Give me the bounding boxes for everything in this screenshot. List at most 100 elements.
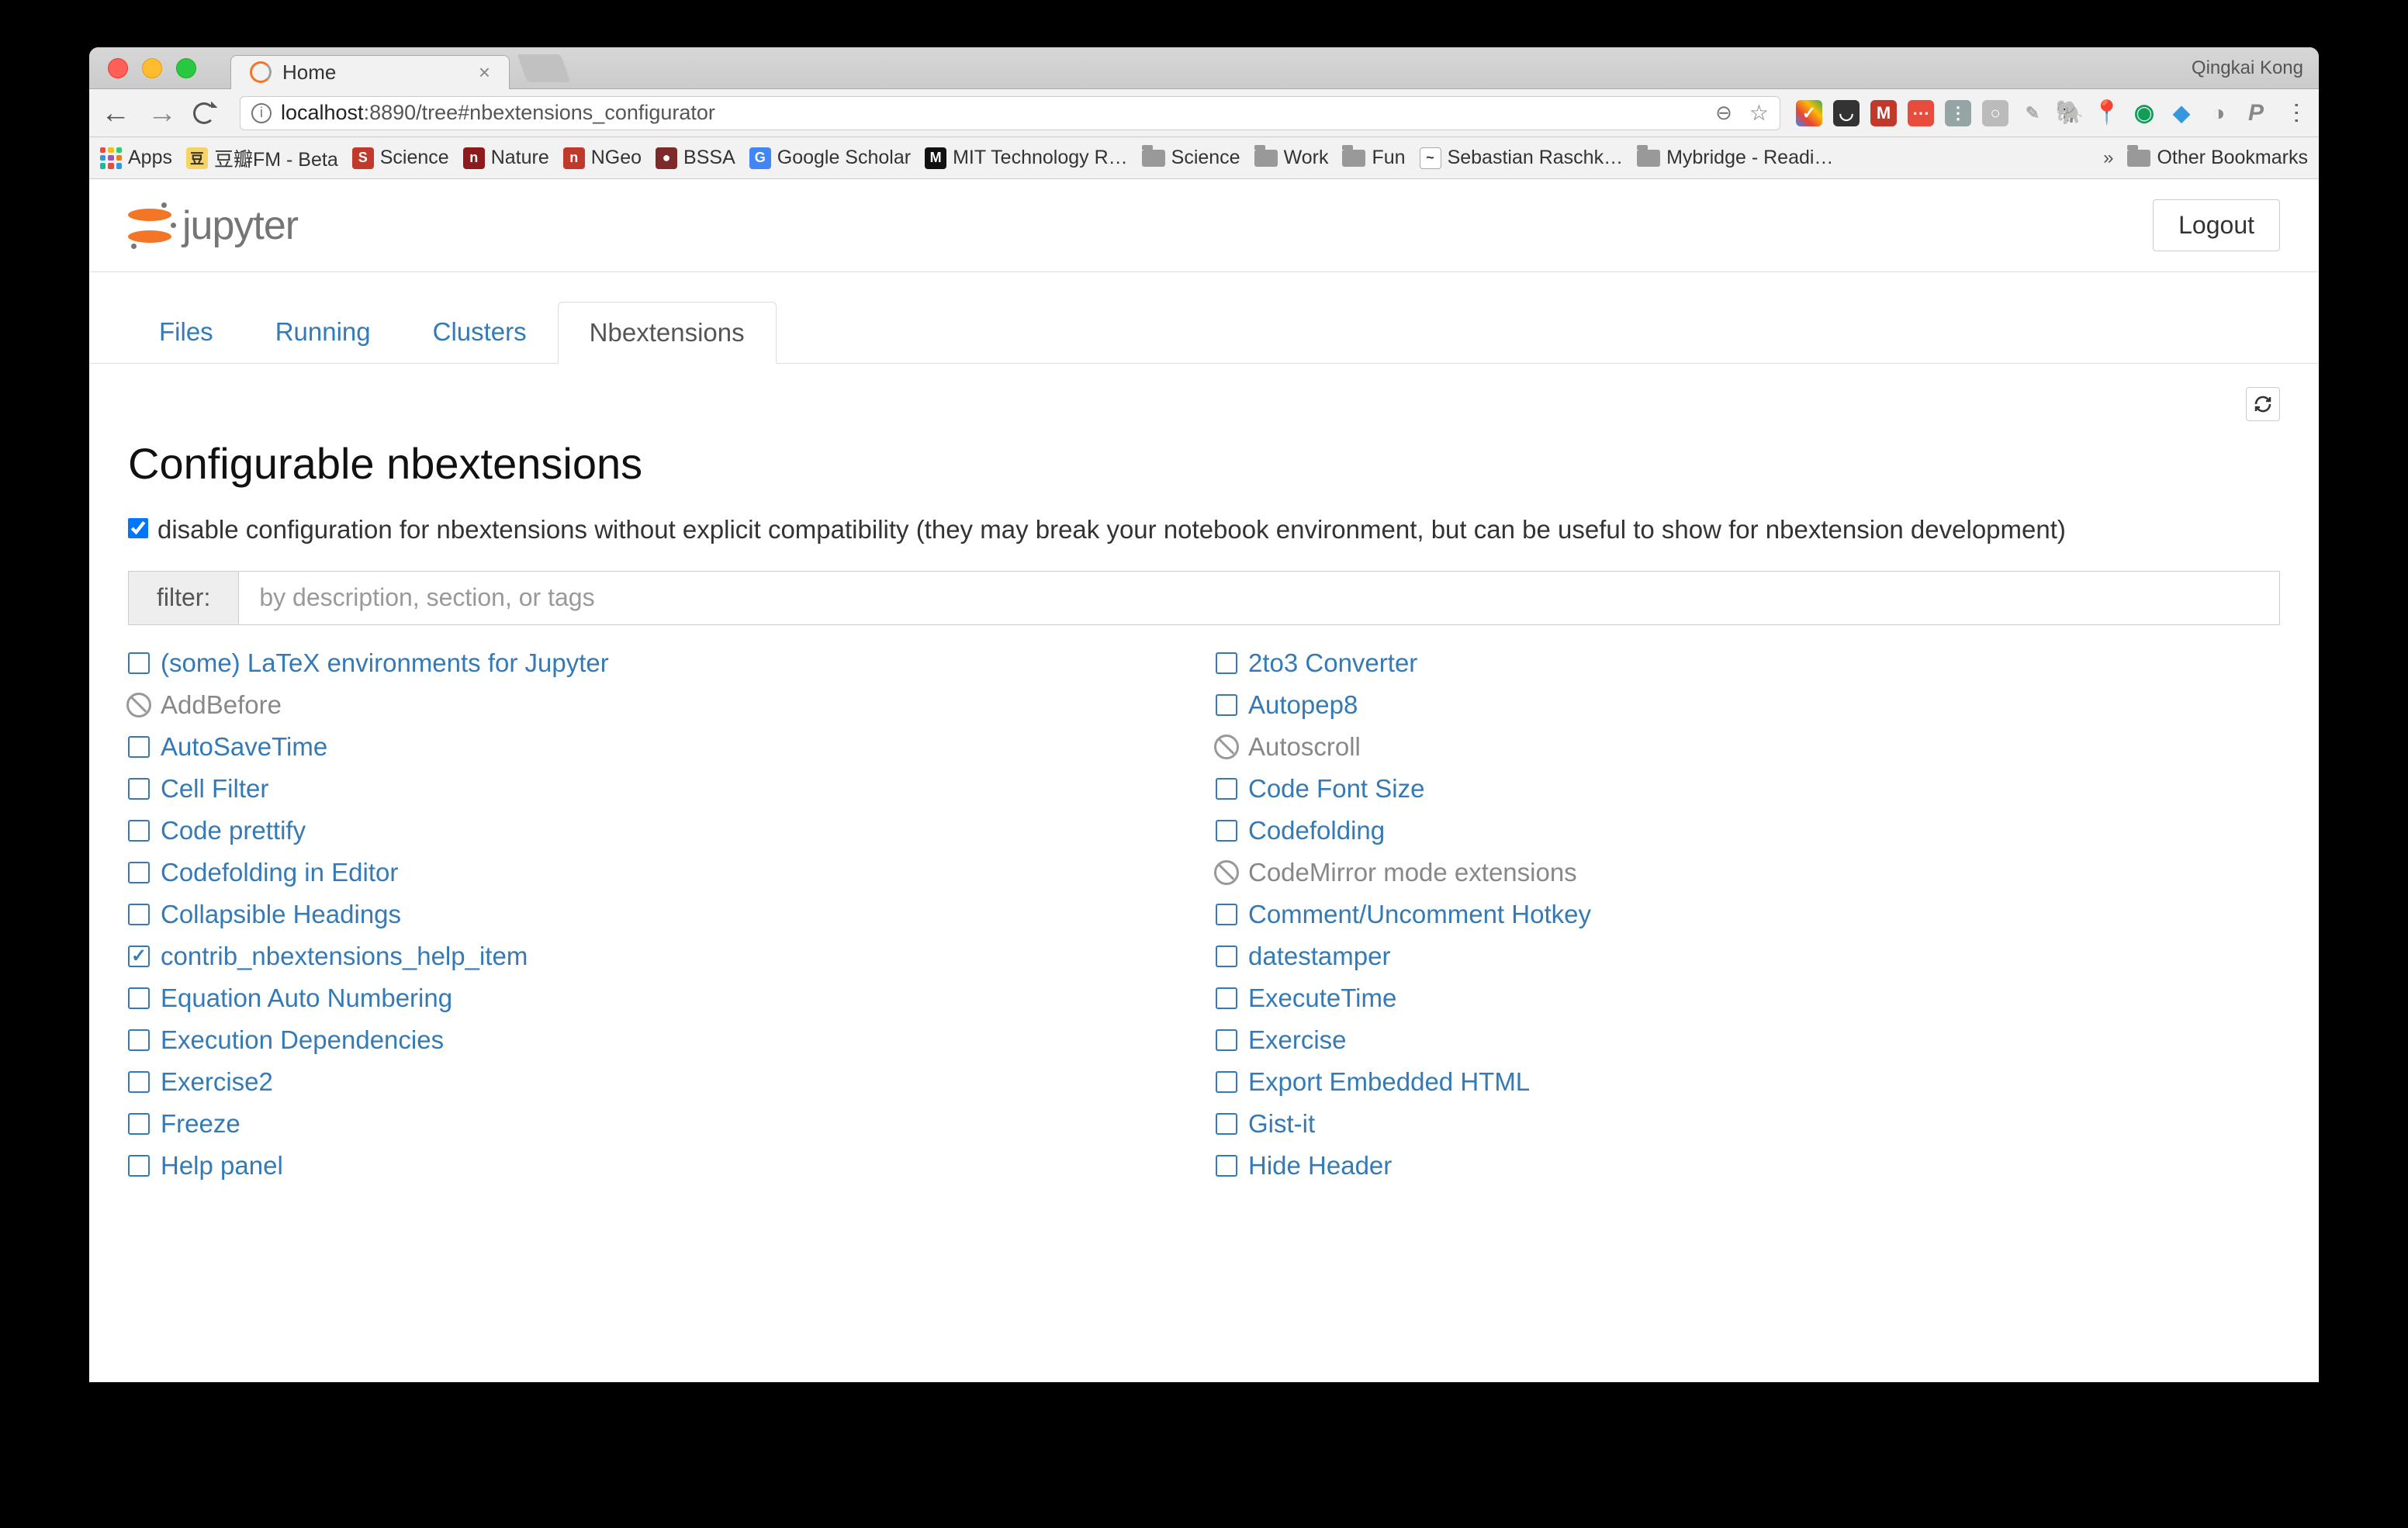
- extension-label: Code Font Size: [1248, 774, 1424, 804]
- bookmark-item[interactable]: nNature: [463, 144, 549, 172]
- refresh-button[interactable]: [2246, 387, 2280, 421]
- bookmark-item[interactable]: MMIT Technology R…: [925, 144, 1128, 172]
- extension-item[interactable]: datestamper: [1216, 942, 2280, 971]
- extension-item[interactable]: ExecuteTime: [1216, 984, 2280, 1013]
- bookmark-item[interactable]: 豆豆瓣FM - Beta: [186, 144, 338, 172]
- omnibox[interactable]: i localhost:8890/tree#nbextensions_confi…: [240, 96, 1780, 130]
- filter-input[interactable]: [239, 572, 2279, 624]
- extension-item[interactable]: Freeze: [128, 1109, 1192, 1139]
- bookmark-overflow-button[interactable]: »: [2103, 147, 2113, 169]
- bookmark-item[interactable]: Work: [1254, 144, 1329, 172]
- apps-icon: [100, 147, 122, 169]
- extension-item[interactable]: CodeMirror mode extensions: [1216, 858, 2280, 887]
- new-tab-button[interactable]: [517, 54, 570, 82]
- extension-item[interactable]: Help panel: [128, 1151, 1192, 1181]
- close-tab-icon[interactable]: ×: [479, 60, 490, 85]
- extension-icon[interactable]: ✓: [1796, 100, 1822, 126]
- extension-icon[interactable]: ⋮: [1945, 100, 1971, 126]
- extension-item[interactable]: AutoSaveTime: [128, 732, 1192, 762]
- extension-item[interactable]: Comment/Uncomment Hotkey: [1216, 900, 2280, 929]
- bookmark-favicon-icon: ~: [1420, 147, 1441, 169]
- pinterest-icon[interactable]: 📍: [2094, 100, 2120, 126]
- apps-button[interactable]: Apps: [100, 147, 172, 169]
- compat-checkbox[interactable]: [128, 518, 148, 538]
- bookmarks-bar: Apps 豆豆瓣FM - Beta SScience nNature nNGeo ●BS…: [89, 137, 2319, 179]
- bookmark-item[interactable]: SScience: [352, 144, 449, 172]
- extension-label: Codefolding in Editor: [161, 858, 398, 887]
- extension-icon[interactable]: P: [2243, 100, 2269, 126]
- checkbox-icon: [1216, 694, 1237, 716]
- bookmark-star-icon[interactable]: ☆: [1749, 100, 1769, 126]
- jupyter-favicon-icon: [250, 61, 272, 83]
- extension-item[interactable]: Autopep8: [1216, 690, 2280, 720]
- extension-label: 2to3 Converter: [1248, 648, 1417, 678]
- extension-item[interactable]: Execution Dependencies: [128, 1025, 1192, 1055]
- browser-tab[interactable]: Home ×: [230, 55, 510, 89]
- compat-checkbox-row[interactable]: disable configuration for nbextensions w…: [128, 510, 2280, 549]
- extension-item[interactable]: Gist-it: [1216, 1109, 2280, 1139]
- page-title: Configurable nbextensions: [128, 438, 2280, 489]
- extension-item[interactable]: Exercise2: [128, 1067, 1192, 1097]
- extension-item[interactable]: Exercise: [1216, 1025, 2280, 1055]
- bookmark-item[interactable]: ~Sebastian Raschk…: [1420, 144, 1624, 172]
- extension-icon[interactable]: ⋯: [1908, 100, 1934, 126]
- bookmark-item[interactable]: nNGeo: [563, 144, 642, 172]
- extension-item[interactable]: Hide Header: [1216, 1151, 2280, 1181]
- site-info-icon[interactable]: i: [251, 103, 272, 123]
- checkbox-icon: [128, 1113, 150, 1135]
- logout-button[interactable]: Logout: [2153, 199, 2280, 251]
- extension-item[interactable]: Code Font Size: [1216, 774, 2280, 804]
- bookmark-item[interactable]: Fun: [1342, 144, 1405, 172]
- bookmark-item[interactable]: ●BSSA: [656, 144, 735, 172]
- extension-item[interactable]: Codefolding: [1216, 816, 2280, 845]
- extension-icon[interactable]: ◆: [2168, 100, 2195, 126]
- extension-item[interactable]: Autoscroll: [1216, 732, 2280, 762]
- folder-icon: [1637, 150, 1660, 167]
- extension-item[interactable]: Cell Filter: [128, 774, 1192, 804]
- back-button[interactable]: ←: [100, 99, 131, 128]
- extension-item[interactable]: 2to3 Converter: [1216, 648, 2280, 678]
- extension-item[interactable]: contrib_nbextensions_help_item: [128, 942, 1192, 971]
- extension-item[interactable]: Export Embedded HTML: [1216, 1067, 2280, 1097]
- extension-item[interactable]: (some) LaTeX environments for Jupyter: [128, 648, 1192, 678]
- bookmark-item[interactable]: Mybridge - Readi…: [1637, 144, 1833, 172]
- bookmark-favicon-icon: M: [925, 147, 946, 169]
- extension-label: AddBefore: [161, 690, 282, 720]
- evernote-icon[interactable]: 🐘: [2057, 100, 2083, 126]
- extension-item[interactable]: Collapsible Headings: [128, 900, 1192, 929]
- close-window-button[interactable]: [108, 58, 128, 78]
- other-bookmarks-folder[interactable]: Other Bookmarks: [2127, 147, 2308, 169]
- extension-icon[interactable]: ✎: [2019, 100, 2046, 126]
- checkbox-icon: [1216, 945, 1237, 967]
- jupyter-logo-icon: [128, 204, 171, 247]
- tab-running[interactable]: Running: [244, 302, 402, 363]
- extension-icon[interactable]: ◑: [2206, 100, 2232, 126]
- pocket-icon[interactable]: ◡: [1833, 100, 1860, 126]
- extension-icon[interactable]: M: [1870, 100, 1897, 126]
- maximize-window-button[interactable]: [176, 58, 196, 78]
- bookmark-favicon-icon: G: [749, 147, 771, 169]
- bookmark-item[interactable]: Science: [1142, 144, 1240, 172]
- grammarly-icon[interactable]: ◉: [2131, 100, 2157, 126]
- browser-menu-button[interactable]: ⋯: [2283, 102, 2310, 125]
- bookmark-item[interactable]: GGoogle Scholar: [749, 144, 911, 172]
- extension-label: (some) LaTeX environments for Jupyter: [161, 648, 609, 678]
- extension-item[interactable]: Codefolding in Editor: [128, 858, 1192, 887]
- forward-button[interactable]: →: [147, 99, 178, 128]
- filter-label: filter:: [129, 572, 239, 624]
- bookmark-label: Nature: [491, 147, 549, 169]
- profile-name[interactable]: Qingkai Kong: [2192, 57, 2303, 79]
- jupyter-logo[interactable]: jupyter: [128, 202, 298, 249]
- tab-nbextensions[interactable]: Nbextensions: [558, 302, 777, 364]
- url-path: :8890/tree#nbextensions_configurator: [364, 101, 715, 125]
- extension-item[interactable]: Code prettify: [128, 816, 1192, 845]
- nbextensions-panel: Configurable nbextensions disable config…: [89, 364, 2319, 1204]
- reload-button[interactable]: [193, 102, 224, 124]
- minimize-window-button[interactable]: [142, 58, 162, 78]
- extension-item[interactable]: AddBefore: [128, 690, 1192, 720]
- zoom-icon[interactable]: ⊖: [1715, 101, 1732, 125]
- extension-icon[interactable]: ○: [1982, 100, 2008, 126]
- tab-clusters[interactable]: Clusters: [402, 302, 558, 363]
- extension-item[interactable]: Equation Auto Numbering: [128, 984, 1192, 1013]
- tab-files[interactable]: Files: [128, 302, 244, 363]
